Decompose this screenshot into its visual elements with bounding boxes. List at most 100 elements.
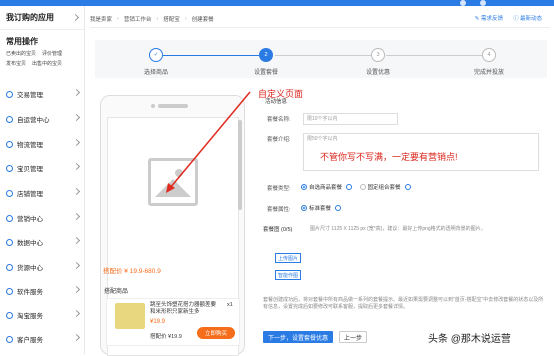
step-2-number: 2 [259, 48, 273, 62]
sidebar-item-data[interactable]: 数据中心 [0, 232, 85, 252]
sidebar-item-label: 营销中心 [17, 216, 43, 223]
sidebar-item-marketing[interactable]: 营销中心 [0, 208, 85, 228]
software-icon [6, 287, 13, 295]
info-icon[interactable] [335, 205, 342, 211]
sidebar-item-label: 物流管理 [17, 142, 43, 149]
sidebar-item-self-operation[interactable]: 自运营中心 [0, 109, 85, 129]
buy-now-button[interactable]: 立即购买 [197, 327, 235, 339]
step-3-number: 3 [371, 48, 385, 62]
previous-step-button[interactable]: 上一步 [339, 331, 367, 343]
info-icon[interactable] [346, 184, 353, 190]
chevron-right-icon [72, 261, 81, 270]
chevron-right-icon [72, 212, 81, 221]
package-image-label-text: 套餐图 [263, 227, 280, 233]
feedback-link[interactable]: ✎ 需求反馈 [475, 14, 503, 22]
package-type-label: 套餐类型: [267, 186, 291, 192]
logistics-icon [6, 140, 13, 148]
taobao-service-icon [6, 311, 13, 319]
sidebar-item-customer-service[interactable]: 客户服务 [0, 329, 85, 349]
radio-selected-icon [301, 205, 307, 211]
chevron-right-icon [72, 333, 81, 342]
sidebar-item-label: 数据中心 [17, 240, 43, 247]
radio-icon [359, 184, 366, 190]
speaker-slot [158, 104, 188, 108]
help-icon: ⓘ [512, 16, 520, 22]
step-connector [275, 55, 371, 56]
notification-icon[interactable] [460, 0, 466, 6]
common-actions: 常用操作 已卖出的宝贝 评价管理 发布宝贝 出售中的宝贝 [0, 30, 84, 71]
store-icon [6, 189, 13, 197]
sidebar-item-label: 宝贝管理 [17, 166, 43, 173]
package-name-input[interactable]: 限10个字以内 [303, 113, 398, 125]
breadcrumb-item[interactable]: 营销工作台 [124, 15, 152, 23]
chevron-right-icon[interactable] [71, 13, 80, 22]
sidebar-item-store[interactable]: 店铺管理 [0, 183, 85, 203]
avatar[interactable] [480, 0, 486, 6]
chevron-right-icon [72, 138, 81, 147]
image-tip: 图片尺寸 1125 X 1125 px (宽*高)，建议：最好上传png格式的透… [310, 226, 486, 232]
sidebar-item-label: 软件服务 [17, 289, 43, 296]
step-1-checkmark-icon: ✓ [149, 48, 163, 62]
watermark: 头条 @那木说运营 [428, 334, 511, 345]
chevron-right-icon [72, 285, 81, 294]
breadcrumb: 我是卖家 › 营销工作台 › 搭配宝 › 创建套餐 ✎ 需求反馈 ⓘ 最新动态 [90, 10, 550, 28]
sidebar: 我订购的应用 常用操作 已卖出的宝贝 评价管理 发布宝贝 出售中的宝贝 交易管理… [0, 6, 85, 354]
combo-product-card: 跳至头饰塑花搭力器额差要和米形积只家新生多 x1 ¥19.9 搭配价 ¥19.9… [106, 298, 240, 346]
chevron-right-icon: › [117, 15, 119, 22]
latest-news-link[interactable]: ⓘ 最新动态 [513, 14, 542, 22]
sidebar-item-logistics[interactable]: 物流管理 [0, 134, 85, 154]
chevron-right-icon [72, 113, 81, 122]
preview-scrollbar[interactable] [238, 120, 242, 210]
attr-option-standard-label: 标准套餐 [309, 206, 332, 212]
sidebar-item-items[interactable]: 宝贝管理 [0, 158, 85, 178]
image-count: (0/5) [281, 227, 293, 233]
sidebar-item-label: 客户服务 [17, 337, 43, 344]
sold-items-link[interactable]: 已卖出的宝贝 [6, 49, 36, 59]
radio-selected-icon [301, 184, 307, 190]
customer-service-icon [6, 335, 13, 343]
smart-design-button[interactable]: 智能作图 [275, 270, 301, 280]
step-4-number: 4 [482, 48, 496, 62]
combo-price: 搭配价 ¥19.9 [150, 334, 182, 340]
chevron-right-icon [72, 236, 81, 245]
type-option-custom[interactable]: 自选商品套餐 [301, 183, 353, 191]
step-progress: ✓ 选择商品 2 设置套餐 3 设置优惠 4 完成并投放 [95, 40, 547, 78]
trade-icon [6, 90, 13, 98]
breadcrumb-item[interactable]: 搭配宝 [163, 15, 180, 23]
review-management-link[interactable]: 评价管理 [42, 49, 62, 59]
combo-items-heading: 搭配商品 [104, 289, 129, 295]
step-1-label: 选择商品 [143, 70, 168, 76]
type-option-fixed-label: 固定组合套餐 [367, 185, 401, 191]
type-option-custom-label: 自选商品套餐 [309, 185, 343, 191]
next-step-button[interactable]: 下一步，设置套餐优惠 [263, 331, 333, 343]
chevron-right-icon: › [156, 15, 159, 22]
chevron-right-icon [72, 309, 81, 318]
sidebar-item-label: 交易管理 [17, 92, 43, 99]
sidebar-item-software[interactable]: 软件服务 [0, 281, 85, 301]
product-price: ¥19.9 [150, 319, 166, 325]
upload-image-button[interactable]: 上传图片 [275, 253, 301, 263]
image-placeholder-icon [148, 158, 198, 206]
step-2-label: 设置套餐 [253, 70, 278, 76]
sidebar-item-label: 淘宝服务 [17, 313, 43, 320]
sidebar-item-label: 店铺管理 [17, 191, 43, 198]
sidebar-title: 我订购的应用 [6, 13, 54, 22]
marketing-icon [6, 214, 13, 222]
items-on-sale-link[interactable]: 出售中的宝贝 [32, 59, 62, 69]
package-name-label: 套餐名称: [267, 117, 291, 123]
type-option-fixed[interactable]: 固定组合套餐 [359, 183, 411, 191]
package-attr-label: 套餐属性: [267, 207, 291, 213]
attr-option-standard[interactable]: 标准套餐 [301, 204, 342, 212]
publish-item-link[interactable]: 发布宝贝 [6, 59, 26, 69]
info-icon[interactable] [404, 184, 411, 190]
sidebar-item-trade[interactable]: 交易管理 [0, 84, 85, 104]
camera-dot [151, 104, 155, 108]
sidebar-item-taobao-service[interactable]: 淘宝服务 [0, 305, 85, 325]
sidebar-item-sourcing[interactable]: 货源中心 [0, 257, 85, 277]
step-connector [163, 55, 259, 56]
self-operation-icon [6, 115, 13, 123]
latest-news-label: 最新动态 [519, 16, 542, 22]
product-thumbnail [115, 303, 145, 329]
sidebar-header: 我订购的应用 [0, 6, 84, 30]
breadcrumb-item[interactable]: 我是卖家 [90, 15, 112, 23]
